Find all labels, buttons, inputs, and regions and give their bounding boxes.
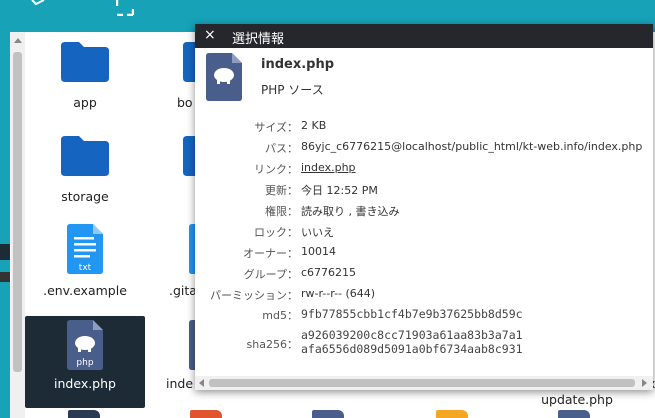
info-key: 更新：	[265, 184, 298, 197]
bottom-row-icon[interactable]	[436, 410, 468, 418]
info-key: パーミッション：	[210, 289, 298, 302]
dialog-title: 選択情報	[232, 32, 285, 47]
info-value: いいえ	[301, 226, 334, 239]
dialog-header: × 選択情報	[195, 24, 653, 48]
info-row-lock: ロック： いいえ	[195, 224, 653, 244]
file-name: index.php	[261, 57, 335, 72]
info-value: rw-r--r-- (644)	[301, 287, 376, 300]
file-type-text: txt	[79, 263, 92, 273]
info-row-size: サイズ： 2 KB	[195, 119, 653, 139]
info-key: ロック：	[254, 226, 298, 239]
info-row-owner: オーナー： 10014	[195, 245, 653, 265]
file-type-text: php	[76, 358, 93, 368]
file-label: inde	[166, 376, 194, 391]
info-value: 読み取り , 書き込み	[301, 205, 400, 218]
info-row-sha256: sha256： a926039200c8cc71903a61aa83b3a7a1…	[195, 328, 653, 360]
info-key: md5：	[262, 309, 298, 322]
file-label: .env.example	[43, 283, 127, 298]
info-row-group: グループ： c6776215	[195, 266, 653, 286]
info-row-path: パス： 86yjc_c6776215@localhost/public_html…	[195, 140, 653, 160]
selection-info-dialog: × 選択情報 index.php PHP ソース サイズ： 2 KB パス： 8…	[195, 24, 653, 390]
info-key: 権限：	[265, 205, 298, 218]
file-label: .gita	[169, 283, 197, 298]
info-value: c6776215	[301, 266, 357, 279]
info-value: 今日 12:52 PM	[301, 184, 378, 197]
fullscreen-icon[interactable]	[116, 0, 134, 16]
file-label: update.php	[541, 392, 613, 407]
sha256-hash-line-1: a926039200c8cc71903a61aa83b3a7a1	[301, 328, 523, 342]
bottom-row-icon[interactable]	[190, 410, 222, 418]
folder-label: bo	[177, 95, 193, 110]
info-row-modified: 更新： 今日 12:52 PM	[195, 182, 653, 202]
info-value: 10014	[301, 245, 336, 258]
php-file-icon: php	[67, 320, 103, 370]
vertical-scrollbar[interactable]	[11, 32, 25, 418]
scroll-right-arrow-icon[interactable]	[642, 379, 647, 387]
folder-label: app	[73, 95, 97, 110]
sha256-hash-line-2: afa6556d089d5091a0bf6734aab8c931	[301, 342, 523, 356]
md5-hash: 9fb77855cbb1cf4b7e9b37625bb8d59c	[301, 307, 523, 321]
file-label: index.php	[54, 376, 116, 391]
info-key: サイズ：	[254, 121, 298, 134]
scroll-thumb[interactable]	[13, 52, 22, 372]
text-file-icon: txt	[67, 224, 103, 274]
file-item-env-example[interactable]: txt .env.example	[25, 222, 145, 302]
file-link[interactable]: index.php	[301, 161, 356, 174]
file-type: PHP ソース	[261, 83, 324, 97]
folder-label: storage	[61, 189, 109, 204]
info-row-permission-bits: パーミッション： rw-r--r-- (644)	[195, 287, 653, 307]
left-edge-panel	[0, 32, 10, 418]
info-key: オーナー：	[243, 247, 298, 260]
arrow-icon[interactable]	[30, 0, 46, 6]
info-key: グループ：	[243, 268, 298, 281]
info-value: 2 KB	[301, 119, 327, 132]
folder-icon	[61, 42, 109, 82]
folder-item-app[interactable]: app	[25, 40, 145, 120]
close-icon[interactable]: ×	[204, 27, 216, 43]
scroll-up-arrow-icon[interactable]	[14, 38, 22, 43]
info-row-md5: md5： 9fb77855cbb1cf4b7e9b37625bb8d59c	[195, 307, 653, 327]
bottom-row-icon[interactable]	[558, 410, 590, 418]
bottom-row-icon[interactable]	[68, 410, 100, 418]
info-row-link: リンク： index.php	[195, 161, 653, 181]
php-file-icon	[206, 53, 242, 101]
bottom-row-icon[interactable]	[312, 410, 344, 418]
folder-item-storage[interactable]: storage	[25, 134, 145, 214]
scroll-left-arrow-icon[interactable]	[199, 379, 204, 387]
info-key: sha256：	[246, 338, 298, 351]
file-item-index-php[interactable]: php index.php	[25, 316, 145, 408]
info-value: 86yjc_c6776215@localhost/public_html/kt-…	[301, 140, 643, 153]
info-row-permissions: 権限： 読み取り , 書き込み	[195, 203, 653, 223]
scroll-thumb[interactable]	[209, 379, 635, 387]
folder-icon	[61, 136, 109, 176]
horizontal-scrollbar[interactable]	[195, 376, 653, 390]
info-key: リンク：	[254, 163, 298, 176]
info-key: パス：	[265, 142, 298, 155]
